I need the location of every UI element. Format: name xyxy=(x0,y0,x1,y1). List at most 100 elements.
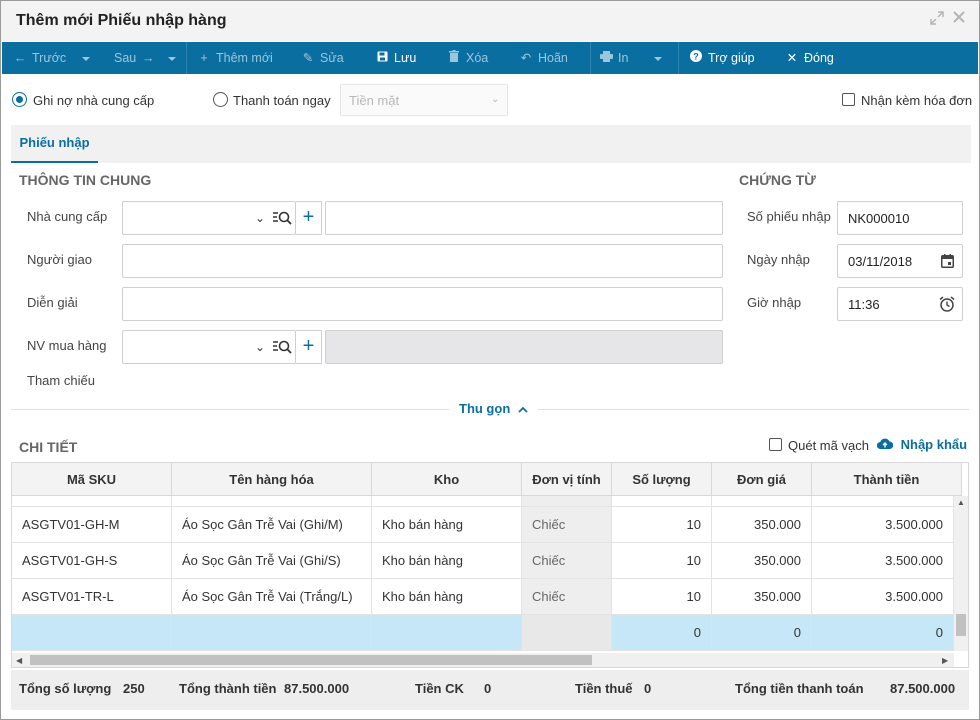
supplier-combo[interactable]: ⌄ xyxy=(122,201,296,235)
toolbar-separator xyxy=(590,42,591,74)
table-row-warehouse[interactable]: Kho bán hàng xyxy=(372,507,522,543)
prev-button[interactable]: ← Trước xyxy=(12,42,90,74)
col-header-unit[interactable]: Đơn vị tính xyxy=(522,463,612,496)
table-row-amount: 3.500.000 xyxy=(812,507,954,543)
maximize-icon[interactable] xyxy=(929,11,945,27)
supplier-name-input[interactable] xyxy=(325,201,723,235)
table-row-sku[interactable]: ASGTV01-GH-M xyxy=(12,507,172,543)
chevron-up-icon xyxy=(518,401,528,416)
import-button[interactable]: Nhập khẩu xyxy=(876,437,967,452)
trash-icon xyxy=(446,42,462,74)
table-row-warehouse[interactable]: Kho bán hàng xyxy=(372,579,522,615)
table-row-price[interactable]: 350.000 xyxy=(712,507,812,543)
svg-text:?: ? xyxy=(693,52,699,62)
new-row-name[interactable] xyxy=(172,615,372,651)
save-button[interactable]: Lưu xyxy=(374,42,416,74)
table-row-name[interactable]: Áo Sọc Gân Trễ Vai (Ghi/S) xyxy=(172,543,372,579)
table-row-unit: Chiếc xyxy=(522,543,612,579)
help-button[interactable]: ? Trợ giúp xyxy=(688,42,755,74)
new-row-price[interactable]: 0 xyxy=(712,615,812,651)
plus-icon: + xyxy=(302,335,315,357)
deliverer-input[interactable] xyxy=(122,244,723,278)
scroll-up-icon[interactable]: ▲ xyxy=(957,498,965,507)
table-cell xyxy=(372,496,522,507)
table-row-price[interactable]: 350.000 xyxy=(712,579,812,615)
horizontal-scroll-thumb[interactable] xyxy=(30,655,592,665)
debt-radio[interactable] xyxy=(12,92,27,107)
table-row-unit: Chiếc xyxy=(522,579,612,615)
total-amount-value: 87.500.000 xyxy=(284,681,350,696)
col-header-price[interactable]: Đơn giá xyxy=(712,463,812,496)
col-header-amount[interactable]: Thành tiền xyxy=(812,463,962,496)
toolbar: ← Trước Sau → + Thêm mới ✎ Sửa Lưu Xóa ↶ Hoãn xyxy=(2,42,978,74)
chevron-down-icon: ⌄ xyxy=(255,211,266,225)
table-row-amount: 3.500.000 xyxy=(812,543,954,579)
table-row-sku[interactable]: ASGTV01-TR-L xyxy=(12,579,172,615)
add-button[interactable]: + Thêm mới xyxy=(196,42,272,74)
table-row-name[interactable]: Áo Sọc Gân Trễ Vai (Ghi/M) xyxy=(172,507,372,543)
scan-barcode-label: Quét mã vạch xyxy=(788,438,869,453)
search-list-icon[interactable] xyxy=(273,210,292,228)
table-row-sku[interactable]: ASGTV01-GH-S xyxy=(12,543,172,579)
calendar-icon[interactable] xyxy=(941,254,954,271)
new-row-qty[interactable]: 0 xyxy=(612,615,712,651)
cloud-upload-icon xyxy=(876,437,897,452)
undo-label: Hoãn xyxy=(538,51,568,65)
collapse-label: Thu gọn xyxy=(459,401,511,416)
clock-icon[interactable] xyxy=(939,296,955,315)
time-label: Giờ nhập xyxy=(747,295,802,310)
delete-button[interactable]: Xóa xyxy=(446,42,488,74)
edit-button[interactable]: ✎ Sửa xyxy=(300,42,344,74)
search-list-icon[interactable] xyxy=(273,339,292,357)
printer-icon xyxy=(598,42,614,74)
new-row-sku[interactable] xyxy=(12,615,172,651)
chevron-down-icon xyxy=(167,56,176,61)
table-row-qty[interactable]: 10 xyxy=(612,579,712,615)
close-form-button[interactable]: ✕ Đóng xyxy=(784,42,834,74)
scan-barcode-checkbox[interactable] xyxy=(769,438,782,451)
help-icon: ? xyxy=(688,42,704,74)
date-input[interactable]: 03/11/2018 xyxy=(837,244,963,278)
next-button[interactable]: Sau → xyxy=(114,42,176,74)
time-input[interactable]: 11:36 xyxy=(837,287,963,321)
voucher-heading: CHỨNG TỪ xyxy=(739,172,816,188)
payment-method-select[interactable]: Tiền mặt ⌄ xyxy=(340,84,508,116)
x-icon: ✕ xyxy=(786,51,798,65)
add-buyer-button[interactable]: + xyxy=(296,330,322,364)
pay-now-radio[interactable] xyxy=(213,92,228,107)
chevron-down-icon xyxy=(653,56,662,61)
table-row-warehouse[interactable]: Kho bán hàng xyxy=(372,543,522,579)
undo-button[interactable]: ↶ Hoãn xyxy=(518,42,568,74)
add-supplier-button[interactable]: + xyxy=(296,201,322,235)
deliverer-label: Người giao xyxy=(27,252,92,267)
tab-receipt[interactable]: Phiếu nhập xyxy=(11,125,98,163)
print-button[interactable]: In xyxy=(598,42,662,74)
reference-label: Tham chiếu xyxy=(27,373,95,388)
help-label: Trợ giúp xyxy=(708,51,755,65)
table-row-qty[interactable]: 10 xyxy=(612,543,712,579)
print-label: In xyxy=(618,51,629,65)
discount-label: Tiền CK xyxy=(415,681,464,696)
col-header-warehouse[interactable]: Kho xyxy=(372,463,522,496)
edit-label: Sửa xyxy=(320,51,344,65)
table-row-name[interactable]: Áo Sọc Gân Trễ Vai (Trắng/L) xyxy=(172,579,372,615)
table-row-price[interactable]: 350.000 xyxy=(712,543,812,579)
close-icon[interactable] xyxy=(951,11,967,27)
scroll-right-icon[interactable]: ▶ xyxy=(942,656,948,665)
with-invoice-checkbox[interactable] xyxy=(842,93,855,106)
table-row-qty[interactable]: 10 xyxy=(612,507,712,543)
scroll-left-icon[interactable]: ◀ xyxy=(16,656,22,665)
next-label: Sau xyxy=(114,51,137,65)
col-header-name[interactable]: Tên hàng hóa xyxy=(172,463,372,496)
new-row-warehouse[interactable] xyxy=(372,615,522,651)
vertical-scrollbar[interactable]: ▲ xyxy=(954,496,968,651)
voucher-number-value: NK000010 xyxy=(848,211,910,226)
vertical-scroll-thumb[interactable] xyxy=(956,614,966,636)
collapse-button[interactable]: Thu gọn xyxy=(449,401,538,416)
voucher-number-input[interactable]: NK000010 xyxy=(837,201,963,235)
col-header-sku[interactable]: Mã SKU xyxy=(12,463,172,496)
description-input[interactable] xyxy=(122,287,723,321)
col-header-qty[interactable]: Số lượng xyxy=(612,463,712,496)
buyer-combo[interactable]: ⌄ xyxy=(122,330,296,364)
horizontal-scrollbar[interactable]: ◀ ▶ xyxy=(12,653,954,667)
